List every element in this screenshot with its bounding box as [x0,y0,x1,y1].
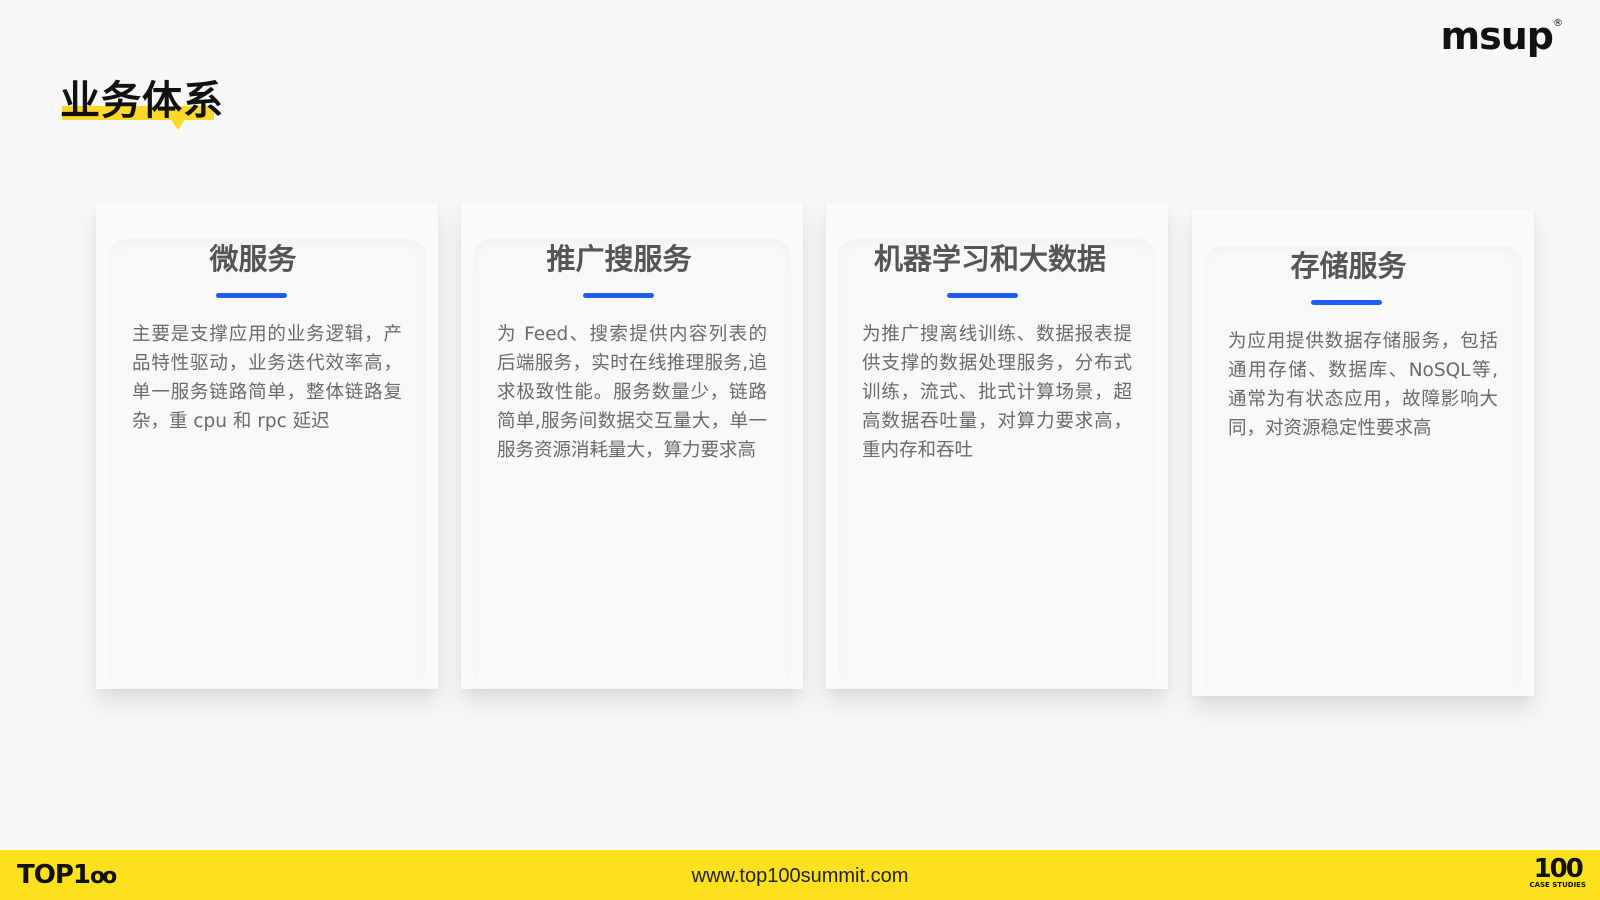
card-description: 为 Feed、搜索提供内容列表的后端服务，实时在线推理服务,追求极致性能。服务数… [497,324,767,461]
case-studies-logo: 100 CASE STUDIES [1529,856,1586,889]
card-microservices: 微服务 主要是支撑应用的业务逻辑，产品特性驱动，业务迭代效率高，单一服务链路简单… [96,203,438,689]
card-description: 为推广搜离线训练、数据报表提供支撑的数据处理服务，分布式训练，流式、批式计算场景… [862,324,1132,461]
card-title: 微服务 [209,242,297,276]
case-studies-label: CASE STUDIES [1529,881,1586,889]
page-title-block: 业务体系 [60,68,224,130]
card-storage: 存储服务 为应用提供数据存储服务，包括通用存储、数据库、NoSQL等,通常为有状… [1192,210,1534,696]
msup-logo: msup® [1440,14,1563,58]
page-title: 业务体系 [60,78,224,124]
card-recommend-search: 推广搜服务 为 Feed、搜索提供内容列表的后端服务，实时在线推理服务,追求极致… [461,203,803,689]
card-title: 机器学习和大数据 [873,242,1106,276]
registered-mark: ® [1553,18,1563,29]
footer-bar: TOP1oo www.top100summit.com 100 CASE STU… [0,850,1600,900]
card-title: 存储服务 [1290,249,1407,283]
card-description: 为应用提供数据存储服务，包括通用存储、数据库、NoSQL等,通常为有状态应用，故… [1228,331,1498,439]
card-description: 主要是支撑应用的业务逻辑，产品特性驱动，业务迭代效率高，单一服务链路简单，整体链… [132,324,402,432]
card-title-underline [947,293,1018,298]
card-title-underline [216,293,287,298]
card-inner-panel [108,239,426,689]
msup-logo-text: msup [1440,14,1554,58]
card-inner-panel [1204,246,1522,696]
card-title-underline [583,293,654,298]
card-title-underline [1311,300,1382,305]
footer-url: www.top100summit.com [691,865,909,887]
case-studies-number: 100 [1533,854,1584,884]
card-ml-bigdata: 机器学习和大数据 为推广搜离线训练、数据报表提供支撑的数据处理服务，分布式训练，… [826,203,1168,689]
card-title: 推广搜服务 [546,242,692,276]
